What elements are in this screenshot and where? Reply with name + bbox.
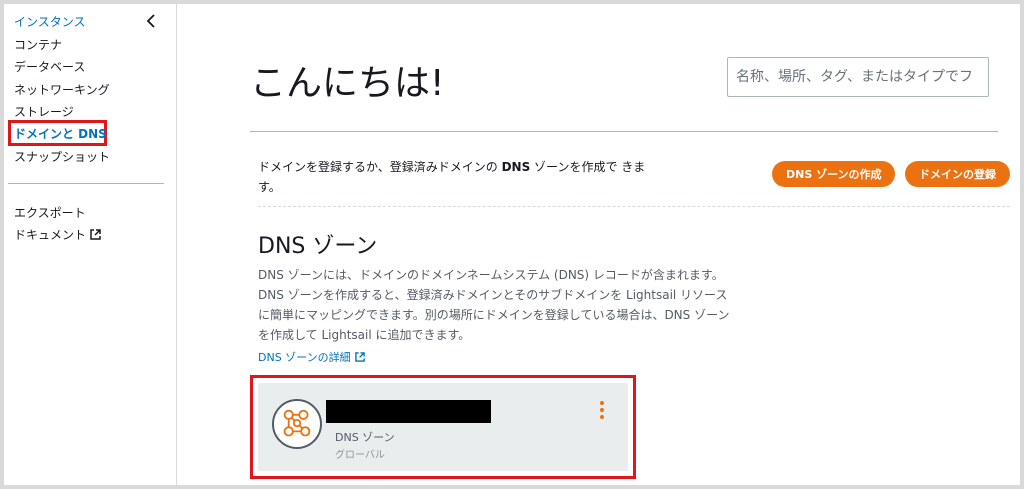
sidebar-divider (8, 183, 164, 184)
chevron-left-icon[interactable] (144, 13, 158, 29)
main-content: こんにちは! ドメインを登録するか、登録済みドメインの DNS ゾーンを作成で … (178, 4, 1020, 485)
sidebar-item-storage[interactable]: ストレージ (14, 103, 74, 120)
learn-more-link[interactable]: DNS ゾーンの詳細 (258, 349, 365, 365)
section-divider (258, 206, 1010, 207)
external-link-icon (354, 352, 365, 362)
page-title: こんにちは! (250, 63, 445, 104)
sidebar-item-databases[interactable]: データベース (14, 58, 85, 75)
app-frame: インスタンス コンテナ データベース ネットワーキング ストレージ ドメインと … (4, 4, 1020, 485)
sidebar-item-documentation[interactable]: ドキュメント (14, 226, 101, 243)
sidebar-item-label: ドキュメント (14, 228, 87, 242)
search-input[interactable] (727, 57, 989, 97)
register-domain-button[interactable]: ドメインの登録 (905, 161, 1010, 187)
card-resource-type: DNS ゾーン (335, 431, 395, 444)
create-dns-zone-button[interactable]: DNS ゾーンの作成 (772, 161, 895, 187)
sidebar-item-export[interactable]: エクスポート (14, 204, 86, 221)
more-options-icon[interactable] (596, 399, 608, 421)
header-divider (250, 131, 998, 132)
intro-text-part: ドメインを登録するか、登録済みドメインの (258, 160, 502, 174)
intro-text-bold: DNS (501, 160, 531, 174)
sidebar-item-networking[interactable]: ネットワーキング (14, 81, 110, 98)
redacted-zone-name (326, 400, 491, 423)
learn-more-label: DNS ゾーンの詳細 (258, 351, 351, 364)
card-region: グローバル (335, 450, 385, 461)
sidebar-item-snapshots[interactable]: スナップショット (14, 148, 110, 165)
sidebar: インスタンス コンテナ データベース ネットワーキング ストレージ ドメインと … (4, 4, 177, 485)
dns-zone-icon (272, 399, 322, 449)
sidebar-item-containers[interactable]: コンテナ (14, 36, 62, 53)
external-link-icon (90, 229, 101, 240)
intro-text: ドメインを登録するか、登録済みドメインの DNS ゾーンを作成で きます。 (258, 157, 648, 197)
sidebar-item-instances[interactable]: インスタンス (14, 13, 86, 30)
sidebar-item-domains-dns[interactable]: ドメインと DNS (14, 125, 107, 142)
section-title: DNS ゾーン (258, 234, 378, 259)
section-description: DNS ゾーンには、ドメインのドメインネームシステム (DNS) レコードが含ま… (258, 268, 730, 342)
dns-zone-card[interactable]: DNS ゾーン グローバル (258, 383, 628, 471)
